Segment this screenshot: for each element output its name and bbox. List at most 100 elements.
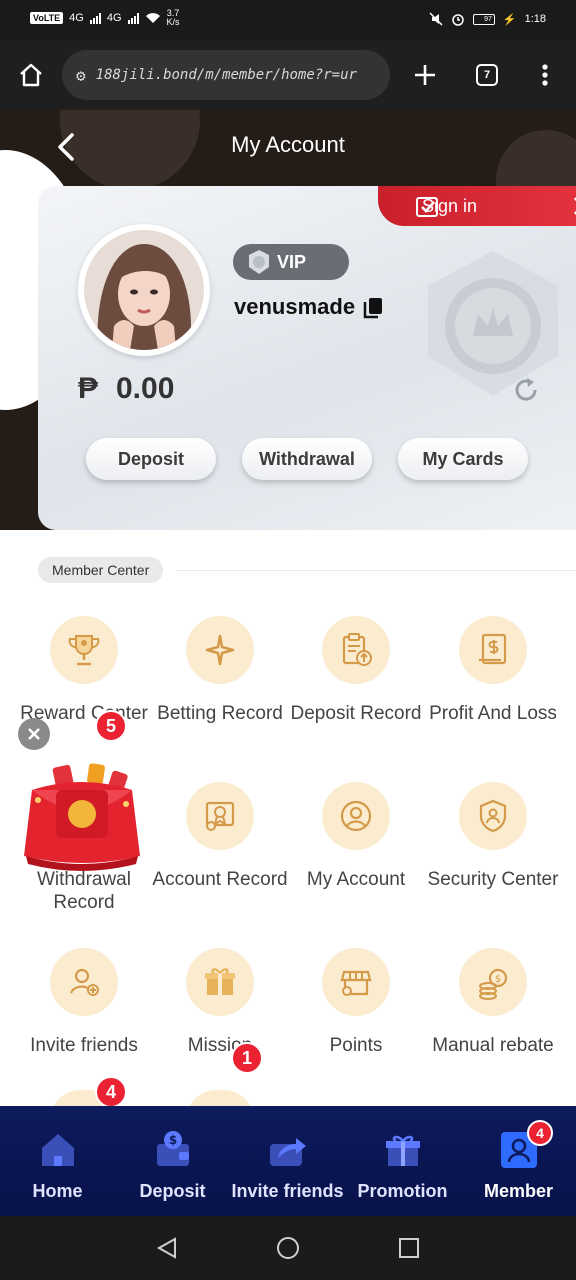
system-navigation-bar [0, 1216, 576, 1280]
clipboard-upload-icon [322, 616, 390, 684]
deposit-button[interactable]: Deposit [86, 438, 216, 480]
grid-item-manual-rebate[interactable]: $ Manual rebate [425, 948, 561, 1057]
signal-icon-2 [127, 12, 139, 24]
username: venusmade [234, 294, 356, 319]
grid-item-label: Invite friends [30, 1035, 138, 1056]
member-home-page: My Account Sign in VIP venusmade ₱ 0.00 … [0, 110, 576, 1106]
refresh-icon[interactable] [512, 376, 540, 404]
grid-item-invite-friends[interactable]: Invite friends [16, 948, 152, 1057]
grid-item-deposit-record[interactable]: Deposit Record [288, 616, 424, 725]
grid-item-security-center[interactable]: Security Center [425, 782, 561, 891]
profile-photo-icon [84, 230, 204, 350]
url-bar[interactable]: ⚙ 188jili.bond/m/member/home?r=ur [62, 50, 390, 100]
speed-unit: K/s [166, 17, 180, 27]
grid-item-account-record[interactable]: Account Record [152, 782, 288, 891]
account-card: Sign in VIP venusmade ₱ 0.00 Deposit Wit… [38, 186, 576, 530]
grid-item-label: Security Center [427, 869, 559, 890]
vip-label: VIP [277, 251, 307, 272]
vip-medal-icon [249, 250, 269, 274]
share-icon [269, 1138, 306, 1166]
battery-icon: 97 [472, 13, 495, 25]
svg-text:$: $ [168, 1133, 176, 1147]
grid-item-label: Betting Record [157, 703, 283, 724]
network-speed: 3.7 K/s [167, 9, 180, 27]
copy-icon[interactable] [362, 296, 384, 320]
bottom-nav: Home $ Deposit Invite friends Promotion … [0, 1106, 576, 1216]
grid-item-profit-and-loss[interactable]: Profit And Loss [425, 616, 561, 725]
more-vert-icon [542, 64, 548, 86]
shield-user-icon [459, 782, 527, 850]
certificate-icon [186, 782, 254, 850]
grid-item-mission[interactable]: Mission [152, 948, 288, 1057]
chevron-right-icon [573, 197, 576, 215]
tab-switcher-button[interactable]: 7 [474, 62, 500, 88]
document-dollar-icon [459, 616, 527, 684]
network-type-1: 4G [69, 12, 84, 24]
tab-count: 7 [476, 64, 498, 86]
alarm-icon [452, 14, 464, 26]
site-settings-icon[interactable]: ⚙ [76, 66, 86, 85]
grid-item-label: Manual rebate [432, 1035, 554, 1056]
grid-item-points[interactable]: Points [288, 948, 424, 1057]
status-right: 97 ⚡ 1:18 [429, 12, 546, 26]
nav-label: Deposit [139, 1181, 206, 1201]
nav-promotion[interactable]: Promotion [345, 1106, 460, 1216]
nav-label: Home [32, 1181, 83, 1201]
shop-icon [322, 948, 390, 1016]
plus-icon [415, 65, 435, 85]
home-button[interactable] [18, 62, 44, 88]
add-user-icon [50, 948, 118, 1016]
close-icon [28, 728, 40, 740]
wallet-icon: $ [156, 1131, 189, 1166]
system-recents-icon[interactable] [397, 1236, 421, 1260]
gift-icon [186, 948, 254, 1016]
nav-deposit[interactable]: $ Deposit [115, 1106, 230, 1216]
sign-in-button[interactable]: Sign in [378, 186, 576, 226]
svg-text:$: $ [495, 974, 501, 985]
browser-home-icon [20, 63, 42, 87]
vip-badge[interactable]: VIP [233, 244, 349, 280]
close-promo-button[interactable] [18, 718, 50, 750]
system-back-icon[interactable] [155, 1236, 179, 1260]
volte-indicator: VoLTE [30, 12, 64, 24]
grid-item-label: Account Record [152, 869, 288, 890]
partial-grid-icon[interactable] [186, 1090, 254, 1106]
red-envelope-icon[interactable] [18, 760, 146, 872]
grid-item-reward-center[interactable]: Reward Center [16, 616, 152, 725]
status-left: VoLTE 4G 4G 3.7 K/s [30, 9, 180, 27]
nav-label: Invite friends [231, 1181, 344, 1201]
status-bar: VoLTE 4G 4G 3.7 K/s 97 ⚡ 1:18 [0, 0, 576, 40]
browser-menu-button[interactable] [532, 62, 558, 88]
gift-icon [385, 1135, 420, 1166]
clock: 1:18 [524, 13, 546, 25]
grid-item-label: Points [329, 1035, 383, 1056]
grid-item-betting-record[interactable]: Betting Record [152, 616, 288, 725]
new-tab-button[interactable] [412, 62, 438, 88]
notification-badge: 1 [231, 1042, 263, 1074]
grid-item-label: Mission [187, 1035, 253, 1056]
grid-item-label: Deposit Record [290, 703, 422, 724]
avatar[interactable] [78, 224, 210, 356]
my-cards-button[interactable]: My Cards [398, 438, 528, 480]
nav-invite-friends[interactable]: Invite friends [230, 1106, 345, 1216]
url-text: 188jili.bond/m/member/home?r=ur [95, 67, 357, 83]
grid-item-my-account[interactable]: My Account [288, 782, 424, 891]
system-home-icon[interactable] [276, 1236, 300, 1260]
nav-home[interactable]: Home [0, 1106, 115, 1216]
wifi-icon [145, 13, 160, 23]
home-icon [41, 1134, 74, 1166]
user-circle-icon [322, 782, 390, 850]
nav-label: Member [483, 1181, 554, 1201]
grid-item-label: My Account [306, 869, 406, 890]
grid-item-label: Withdrawal Record [37, 869, 131, 913]
coins-icon: $ [459, 948, 527, 1016]
withdrawal-button[interactable]: Withdrawal [242, 438, 372, 480]
sparkle-icon [186, 616, 254, 684]
page-title: My Account [231, 132, 345, 157]
browser-toolbar: ⚙ 188jili.bond/m/member/home?r=ur 7 [0, 40, 576, 110]
balance-amount: 0.00 [116, 372, 175, 405]
mute-icon [429, 12, 443, 26]
medal-watermark-icon [428, 251, 558, 396]
member-center-label: Member Center [38, 557, 164, 583]
nav-member[interactable]: Member [461, 1106, 576, 1216]
